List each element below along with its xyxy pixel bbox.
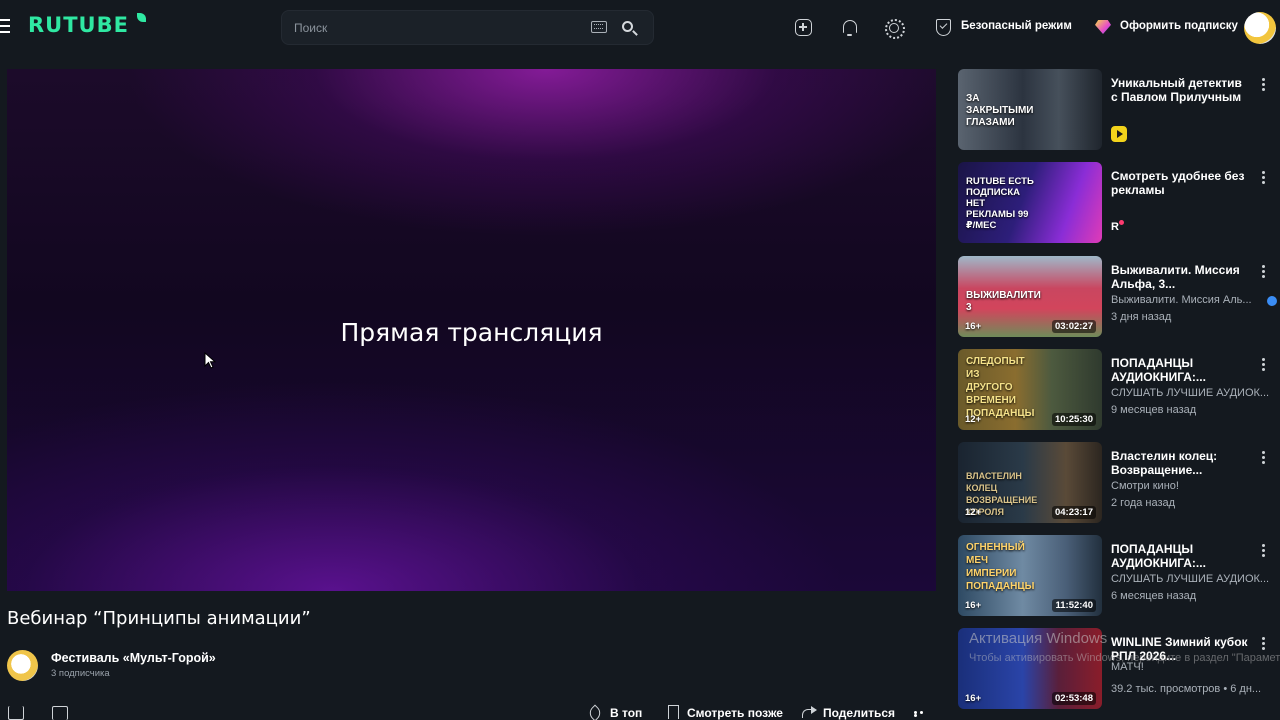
shield-icon[interactable] [936, 19, 951, 36]
channel-avatar[interactable] [7, 650, 38, 681]
duration: 04:23:17 [1051, 506, 1096, 519]
video-thumbnail[interactable]: Огненный меч империи попаданцы 16+ 11:52… [958, 535, 1102, 616]
search-box [281, 10, 654, 45]
search-input[interactable] [294, 19, 574, 37]
rutube-badge-icon: R [1111, 220, 1125, 235]
upload-date: 2 года назад [1111, 497, 1176, 509]
video-thumbnail[interactable]: За закрытыми глазами [958, 69, 1102, 150]
subscriber-count: 3 подписчика [51, 668, 110, 679]
subscribe-button[interactable]: Оформить подписку [1120, 20, 1238, 32]
more-options-icon[interactable] [914, 711, 930, 717]
windows-activation-title: Активация Windows [969, 630, 1108, 647]
recommendation-item[interactable]: Огненный меч империи попаданцы 16+ 11:52… [958, 535, 1280, 617]
video-thumbnail[interactable]: Выживалити 3 16+ 03:02:27 [958, 256, 1102, 337]
thumbnail-caption: Огненный меч империи попаданцы [966, 542, 1035, 592]
recommendation-title[interactable]: Выживалити. Миссия Альфа, 3... [1111, 263, 1251, 291]
channel-name[interactable]: Фестиваль «Мульт-Горой» [51, 651, 216, 665]
recommendation-title[interactable]: Властелин колец: Возвращение... [1111, 449, 1251, 477]
diamond-icon[interactable] [1095, 20, 1111, 34]
kebab-menu-icon[interactable] [1262, 358, 1265, 371]
duration: 10:25:30 [1051, 413, 1096, 426]
recommendation-item[interactable]: За закрытыми глазами Уникальный детектив… [958, 69, 1280, 151]
recommendation-item[interactable]: Выживалити 3 16+ 03:02:27 Выживалити. Ми… [958, 256, 1280, 338]
video-title: Вебинар “Принципы анимации” [7, 608, 311, 629]
age-rating: 12+ [965, 507, 982, 518]
duration: 03:02:27 [1051, 320, 1096, 333]
bookmark-icon[interactable] [668, 705, 679, 719]
recommendation-title[interactable]: Смотреть удобнее без рекламы [1111, 169, 1251, 197]
view-count: 39.2 тыс. просмотров • 6 дн... [1111, 683, 1262, 695]
menu-icon[interactable] [0, 19, 10, 35]
kebab-menu-icon[interactable] [1262, 637, 1265, 650]
safe-mode-button[interactable]: Безопасный режим [961, 20, 1072, 32]
bell-icon[interactable] [840, 18, 860, 38]
recommendation-title[interactable]: ПОПАДАНЦЫ АУДИОКНИГА:... [1111, 356, 1251, 384]
video-thumbnail[interactable]: Следопыт из другого времени попаданцы 12… [958, 349, 1102, 430]
watch-later-button[interactable]: Смотреть позже [687, 706, 783, 720]
channel-name[interactable]: СЛУШАТЬ ЛУЧШИЕ АУДИОК... [1111, 573, 1274, 585]
age-rating: 16+ [965, 693, 982, 704]
play-badge-icon [1111, 126, 1127, 142]
kebab-menu-icon[interactable] [1262, 451, 1265, 464]
share-icon[interactable] [802, 705, 818, 719]
duration: 11:52:40 [1052, 599, 1096, 612]
thumbnail-caption: RUTUBE Есть подписка нет рекламы 99 ₽/ме… [966, 176, 1034, 231]
top-button[interactable]: В топ [610, 706, 642, 720]
kebab-menu-icon[interactable] [1262, 544, 1265, 557]
recommendation-title[interactable]: ПОПАДАНЦЫ АУДИОКНИГА:... [1111, 542, 1251, 570]
age-rating: 16+ [965, 321, 982, 332]
thumbnail-caption: За закрытыми глазами [966, 93, 1034, 128]
logo[interactable]: RUTUBE [28, 13, 129, 37]
age-rating: 12+ [965, 414, 982, 425]
kebab-menu-icon[interactable] [1262, 171, 1265, 184]
rocket-icon[interactable] [586, 704, 604, 720]
search-icon [622, 21, 633, 32]
dislike-icon[interactable] [52, 706, 68, 720]
video-thumbnail[interactable]: RUTUBE Есть подписка нет рекламы 99 ₽/ме… [958, 162, 1102, 243]
recommendation-item[interactable]: Следопыт из другого времени попаданцы 12… [958, 349, 1280, 431]
search-button[interactable] [619, 19, 639, 39]
keyboard-icon[interactable] [591, 21, 607, 33]
recommendation-item[interactable]: RUTUBE Есть подписка нет рекламы 99 ₽/ме… [958, 162, 1280, 244]
recommendation-item[interactable]: Властелин колец Возвращение короля 12+ 0… [958, 442, 1280, 524]
mouse-cursor-icon [204, 352, 216, 369]
kebab-menu-icon[interactable] [1262, 78, 1265, 91]
verified-icon [1267, 296, 1277, 306]
channel-name[interactable]: Смотри кино! [1111, 480, 1274, 492]
upload-date: 6 месяцев назад [1111, 590, 1197, 602]
header: RUTUBE Безопасный режим Оформить подписк… [0, 0, 1280, 56]
channel-name[interactable]: СЛУШАТЬ ЛУЧШИЕ АУДИОК... [1111, 387, 1274, 399]
kebab-menu-icon[interactable] [1262, 265, 1265, 278]
logo-leaf-icon [137, 13, 146, 22]
channel-name[interactable]: Выживалити. Миссия Аль... [1111, 294, 1263, 306]
thumbnail-caption: Выживалити 3 [966, 290, 1041, 313]
windows-activation-text: Чтобы активировать Windows, перейдите в … [969, 652, 1280, 664]
theme-toggle-icon[interactable] [884, 18, 905, 39]
thumbnail-caption: Следопыт из другого времени попаданцы [966, 356, 1035, 419]
upload-icon[interactable] [795, 19, 812, 36]
live-broadcast-label: Прямая трансляция [340, 318, 603, 347]
recommendation-title[interactable]: Уникальный детектив с Павлом Прилучным [1111, 76, 1251, 104]
video-player[interactable]: Прямая трансляция [7, 69, 936, 591]
share-button[interactable]: Поделиться [823, 706, 895, 720]
video-thumbnail[interactable]: Властелин колец Возвращение короля 12+ 0… [958, 442, 1102, 523]
upload-date: 9 месяцев назад [1111, 404, 1197, 416]
duration: 02:53:48 [1051, 692, 1096, 705]
user-avatar[interactable] [1244, 12, 1276, 44]
age-rating: 16+ [965, 600, 982, 611]
like-icon[interactable] [8, 706, 24, 720]
upload-date: 3 дня назад [1111, 311, 1172, 323]
